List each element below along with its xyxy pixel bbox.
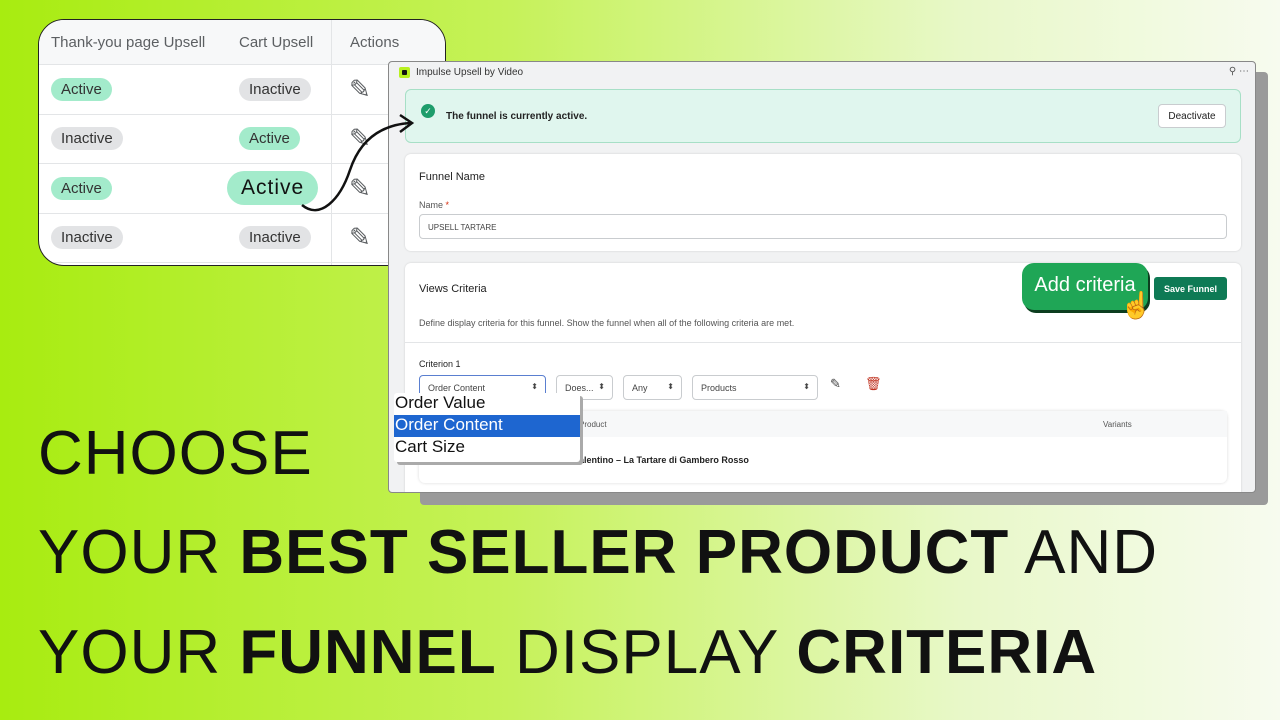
app-title: Impulse Upsell by Video [416, 67, 524, 78]
table-row: Inactive Inactive ✎ [39, 214, 445, 263]
product-name[interactable]: alentino – La Tartare di Gambero Rosso [579, 455, 749, 465]
trash-icon[interactable]: 🗑 [865, 376, 882, 392]
status-badge: Active [51, 77, 112, 101]
header-variants: Variants [1103, 420, 1132, 429]
divider [405, 342, 1241, 343]
pencil-icon[interactable]: ✎ [349, 222, 371, 253]
pencil-icon[interactable]: ✎ [830, 376, 841, 392]
criterion-type-dropdown: Order Value Order Content Cart Size [394, 393, 580, 462]
dropdown-option[interactable]: Cart Size [394, 437, 580, 459]
funnel-name-input[interactable]: UPSELL TARTARE [419, 214, 1227, 239]
status-badge: Inactive [51, 226, 123, 250]
arrow-icon [301, 113, 415, 212]
pencil-icon[interactable]: ✎ [349, 74, 371, 105]
status-badge: Inactive [239, 226, 311, 250]
title-bar: Impulse Upsell by Video ⚲ ⋯ [389, 62, 1255, 83]
products-select[interactable]: Products ⬍ [692, 375, 818, 400]
deactivate-button[interactable]: Deactivate [1158, 104, 1226, 128]
table-row: Active Inactive ✎ [39, 65, 445, 115]
section-title: Views Criteria [419, 283, 487, 295]
table-header: Thank-you page Upsell Cart Upsell Action… [39, 20, 445, 65]
save-funnel-button[interactable]: Save Funnel [1154, 277, 1227, 300]
status-badge: Active [51, 176, 112, 200]
header-product: Product [579, 420, 607, 429]
headline-line-2: YOUR BEST SELLER PRODUCT AND [38, 518, 1159, 587]
pin-and-more-icon[interactable]: ⚲ ⋯ [1229, 66, 1249, 77]
headline-line-3: YOUR FUNNEL DISPLAY CRITERIA [38, 618, 1098, 687]
criteria-description: Define display criteria for this funnel.… [419, 318, 795, 328]
status-badge: Inactive [51, 127, 123, 151]
pointer-hand-icon: ☝ [1120, 290, 1153, 320]
status-badge: Inactive [239, 77, 311, 101]
quantifier-select[interactable]: Any ⬍ [623, 375, 682, 400]
banner-text: The funnel is currently active. [446, 111, 588, 122]
header-cart: Cart Upsell [239, 33, 314, 51]
criterion-label: Criterion 1 [419, 359, 461, 369]
app-logo-icon [399, 67, 410, 78]
header-actions: Actions [350, 33, 400, 51]
funnel-name-card: Funnel Name Name * UPSELL TARTARE [405, 154, 1241, 251]
header-thankyou: Thank-you page Upsell [51, 33, 206, 51]
dropdown-option-selected[interactable]: Order Content [394, 415, 580, 437]
dropdown-option[interactable]: Order Value [394, 393, 580, 415]
status-banner: ✓ The funnel is currently active. Deacti… [405, 89, 1241, 143]
headline-line-1: CHOOSE [38, 419, 313, 488]
